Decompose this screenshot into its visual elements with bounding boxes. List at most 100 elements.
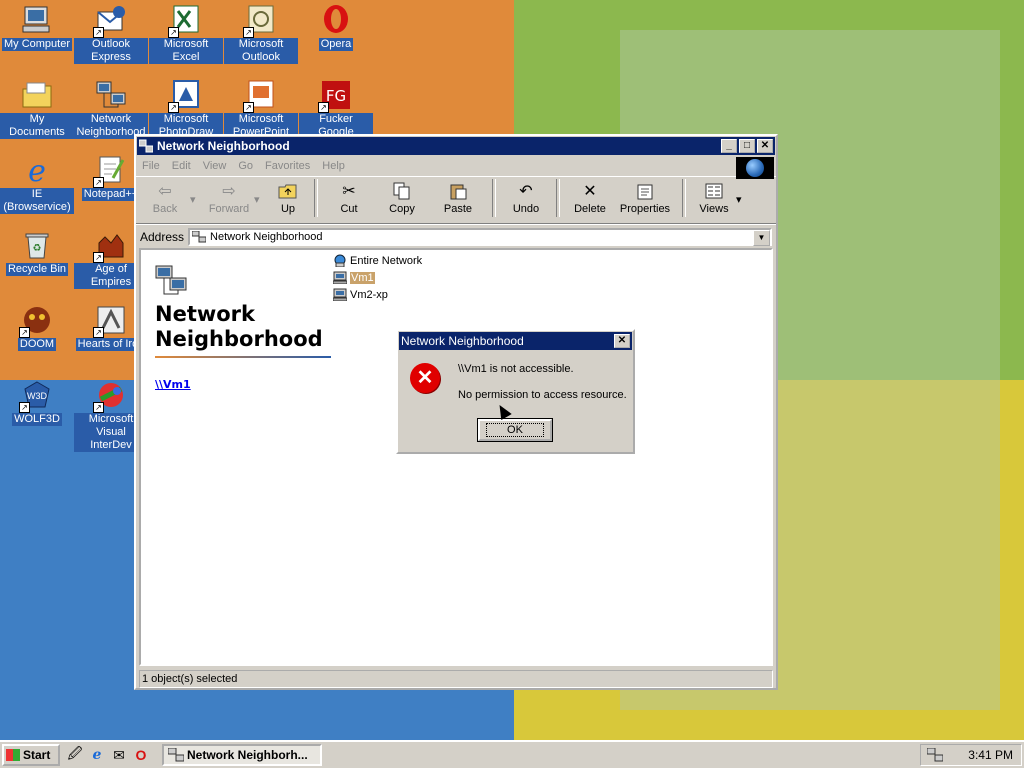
computer-icon <box>332 288 348 302</box>
toolbar-separator <box>492 179 496 217</box>
desktop-icon-outlook[interactable]: ↗ Microsoft Outlook <box>224 4 298 64</box>
address-field[interactable]: Network Neighborhood ▼ <box>188 228 772 246</box>
desktop-icon-powerpoint[interactable]: ↗ Microsoft PowerPoint <box>224 79 298 139</box>
undo-button[interactable]: ↶ Undo <box>502 179 550 215</box>
desktop-icon-ie[interactable]: e IE (Browservice) <box>0 154 74 214</box>
menu-help[interactable]: Help <box>322 160 345 172</box>
cut-button[interactable]: ✂ Cut <box>324 179 374 215</box>
start-button[interactable]: Start <box>2 744 60 766</box>
outlook-icon: ↗ <box>243 4 277 38</box>
toolbar-separator <box>556 179 560 217</box>
scissors-icon: ✂ <box>342 183 356 200</box>
menu-favorites[interactable]: Favorites <box>265 160 310 172</box>
item-list: Entire Network Vm1 Vm2-xp <box>332 252 422 303</box>
dialog-titlebar[interactable]: Network Neighborhood ✕ <box>399 332 632 350</box>
excel-icon: ↗ <box>168 4 202 38</box>
computer-icon <box>332 271 348 285</box>
notepad-icon: ↗ <box>93 154 127 188</box>
back-button[interactable]: ⇦ Back <box>140 179 190 215</box>
copy-button[interactable]: Copy <box>374 179 430 215</box>
maximize-button[interactable]: □ <box>739 139 755 153</box>
dialog-message: \\Vm1 is not accessible. <box>458 363 574 375</box>
clipboard-icon <box>447 181 469 201</box>
powerpoint-icon: ↗ <box>243 79 277 113</box>
dialog-close-button[interactable]: ✕ <box>614 334 630 348</box>
folder-up-icon <box>277 181 299 201</box>
menu-edit[interactable]: Edit <box>172 160 191 172</box>
selected-item-link[interactable]: \\Vm1 <box>155 378 191 391</box>
recycle-bin-icon: ♻ <box>21 229 53 261</box>
content-pane: Network Neighborhood \\Vm1 Entire Networ… <box>139 248 773 666</box>
windows-flag-icon <box>6 749 20 761</box>
svg-text:♻: ♻ <box>33 243 42 254</box>
up-button[interactable]: Up <box>268 179 308 215</box>
copy-icon <box>391 181 413 201</box>
ok-button[interactable]: OK <box>477 418 553 442</box>
menu-file[interactable]: File <box>142 160 160 172</box>
folder-icon <box>21 79 53 111</box>
minimize-button[interactable]: _ <box>721 139 737 153</box>
address-dropdown[interactable]: ▼ <box>753 230 770 246</box>
properties-icon <box>634 181 656 201</box>
age-of-empires-icon: ↗ <box>93 229 127 263</box>
window-title: Network Neighborhood <box>157 139 290 153</box>
clock[interactable]: 3:41 PM <box>968 748 1013 762</box>
views-button[interactable]: Views <box>692 179 736 215</box>
desktop-icon-my-documents[interactable]: My Documents <box>0 79 74 139</box>
status-text: 1 object(s) selected <box>142 673 238 685</box>
svg-text:W3D: W3D <box>27 391 48 401</box>
address-value: Network Neighborhood <box>210 231 323 243</box>
list-item-entire-network[interactable]: Entire Network <box>333 252 422 269</box>
desktop-icon-my-computer[interactable]: My Computer <box>0 4 74 51</box>
toolbar-separator <box>682 179 686 217</box>
forward-button[interactable]: ⇨ Forward <box>204 179 254 215</box>
system-tray: 3:41 PM <box>920 744 1022 766</box>
list-item-vm1[interactable]: Vm1 <box>332 269 422 286</box>
taskbar: Start 🖉 e ✉ O Network Neighborh... 3:41 … <box>0 740 1024 768</box>
network-icon <box>155 264 189 298</box>
menu-go[interactable]: Go <box>238 160 253 172</box>
computer-icon <box>21 4 53 36</box>
forward-arrow-icon: ⇨ <box>222 183 236 200</box>
windows-logo <box>736 157 774 179</box>
desktop-icon-recycle-bin[interactable]: ♻ Recycle Bin <box>0 229 74 276</box>
close-button[interactable]: ✕ <box>757 139 773 153</box>
back-arrow-icon: ⇦ <box>158 183 172 200</box>
dialog-detail: No permission to access resource. <box>458 389 627 401</box>
back-dropdown[interactable]: ▾ <box>190 179 204 206</box>
ie-quicklaunch-icon[interactable]: e <box>88 746 106 764</box>
desktop-icon-network-neighborhood[interactable]: Network Neighborhood <box>74 79 148 139</box>
status-bar: 1 object(s) selected <box>139 670 773 688</box>
visual-interdev-icon: ↗ <box>93 379 127 413</box>
quick-launch: 🖉 e ✉ O <box>66 745 154 764</box>
svg-text:e: e <box>28 154 46 186</box>
desktop-icon-opera[interactable]: Opera <box>299 4 373 51</box>
wolf3d-icon: W3D ↗ <box>19 379 53 413</box>
opera-icon <box>320 4 352 36</box>
delete-button[interactable]: ✕ Delete <box>566 179 614 215</box>
list-item-vm2-xp[interactable]: Vm2-xp <box>332 286 422 303</box>
fg-antivirus-icon: FG ↗ <box>318 79 352 113</box>
desktop-icon-doom[interactable]: ↗ DOOM <box>0 304 74 351</box>
error-icon: ✕ <box>410 363 440 393</box>
network-icon <box>138 139 154 153</box>
taskbar-item-network-neighborhood[interactable]: Network Neighborh... <box>162 744 322 766</box>
desktop-icon-outlook-express[interactable]: ↗ Outlook Express <box>74 4 148 64</box>
desktop-icon-photodraw[interactable]: ↗ Microsoft PhotoDraw <box>149 79 223 139</box>
show-desktop-icon[interactable]: 🖉 <box>66 745 84 764</box>
dialog-title: Network Neighborhood <box>401 334 524 348</box>
tray-network-icon[interactable] <box>926 747 944 762</box>
paste-button[interactable]: Paste <box>430 179 486 215</box>
outlook-quicklaunch-icon[interactable]: ✉ <box>110 746 128 764</box>
doom-icon: ↗ <box>19 304 53 338</box>
properties-button[interactable]: Properties <box>614 179 676 215</box>
photodraw-icon: ↗ <box>168 79 202 113</box>
opera-quicklaunch-icon[interactable]: O <box>132 746 150 764</box>
views-dropdown[interactable]: ▾ <box>736 179 750 206</box>
desktop-icon-wolf3d[interactable]: W3D ↗ WOLF3D <box>0 379 74 426</box>
forward-dropdown[interactable]: ▾ <box>254 179 268 206</box>
desktop-icon-excel[interactable]: ↗ Microsoft Excel <box>149 4 223 64</box>
address-bar: Address Network Neighborhood ▼ <box>136 224 776 249</box>
menu-view[interactable]: View <box>203 160 227 172</box>
window-titlebar[interactable]: Network Neighborhood _ □ ✕ <box>137 137 775 155</box>
